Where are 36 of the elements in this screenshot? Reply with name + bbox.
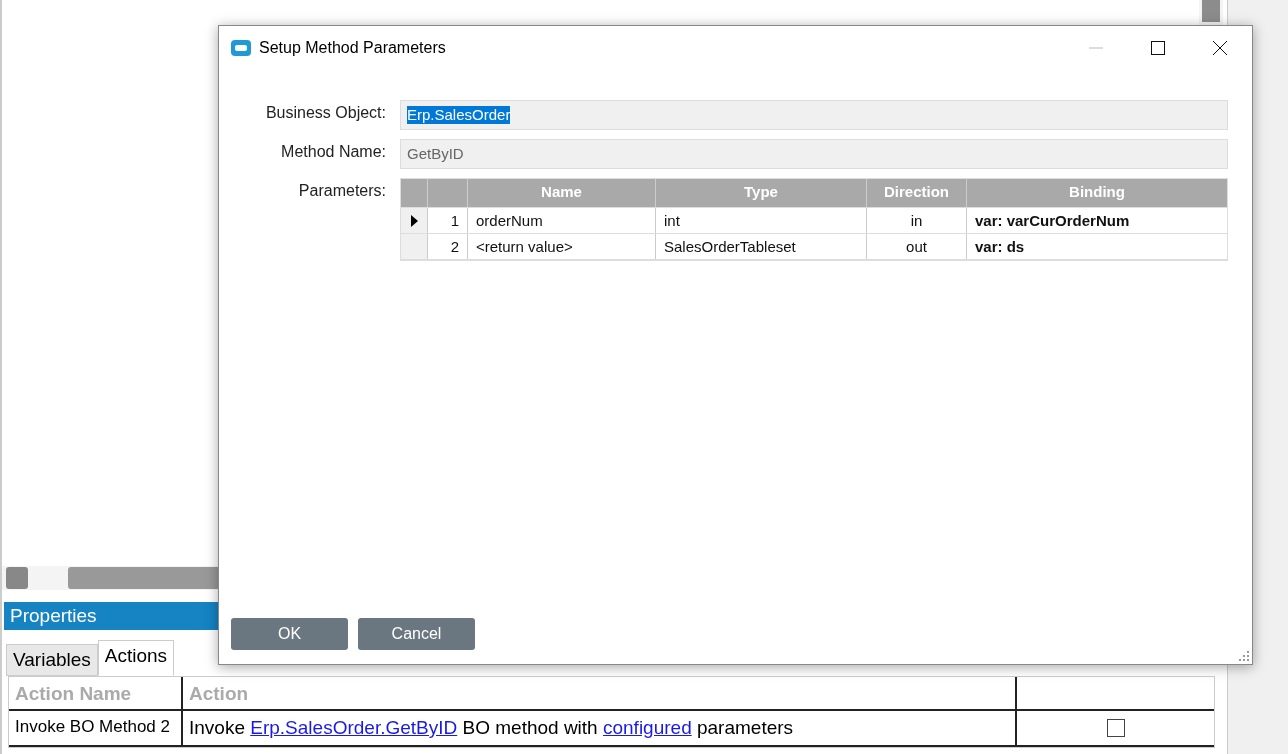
column-header: Action: [183, 677, 1017, 709]
table-cell-text: var: varCurOrderNum: [974, 211, 1131, 231]
current-row-icon: [410, 214, 418, 227]
column-header[interactable]: Binding: [967, 179, 1227, 207]
link[interactable]: Erp.SalesOrder.GetByID: [250, 717, 458, 738]
row-number: 1: [428, 208, 468, 233]
action-description: Invoke Erp.SalesOrder.GetByID BO method with configured parameters: [183, 711, 1017, 745]
field-label: Parameters:: [297, 181, 386, 200]
table-cell: SalesOrderTableset: [656, 234, 867, 259]
table-cell-text: var: ds: [974, 237, 1026, 257]
input-field[interactable]: GetByID: [400, 139, 1228, 169]
maximize-icon[interactable]: [1150, 40, 1166, 56]
close-icon[interactable]: [1212, 40, 1228, 56]
table-cell: <return value>: [468, 234, 656, 259]
field-label: Business Object:: [264, 103, 386, 122]
column-header[interactable]: Direction: [867, 179, 967, 207]
checkbox[interactable]: [1106, 719, 1125, 737]
row-indicator[interactable]: [401, 208, 428, 233]
app-icon: [231, 40, 251, 56]
table-cell: out: [867, 234, 967, 259]
column-header[interactable]: Type: [656, 179, 867, 207]
table-cell: int: [656, 208, 867, 233]
link[interactable]: configured: [602, 717, 692, 738]
dialog-button[interactable]: Cancel: [358, 618, 475, 650]
tab[interactable]: Actions: [97, 640, 175, 676]
resize-grip-icon[interactable]: [1239, 651, 1249, 661]
field-label: Method Name:: [280, 142, 386, 161]
table-cell: Invoke BO Method 2: [9, 711, 183, 745]
column-header[interactable]: Name: [468, 179, 656, 207]
dialog-button[interactable]: OK: [231, 618, 348, 650]
table-cell: in: [867, 208, 967, 233]
row-number: 2: [428, 234, 468, 259]
column-header: Action Name: [9, 677, 183, 709]
table-cell: orderNum: [468, 208, 656, 233]
tab[interactable]: Variables: [6, 644, 98, 676]
window-title: Setup Method Parameters: [259, 39, 446, 57]
